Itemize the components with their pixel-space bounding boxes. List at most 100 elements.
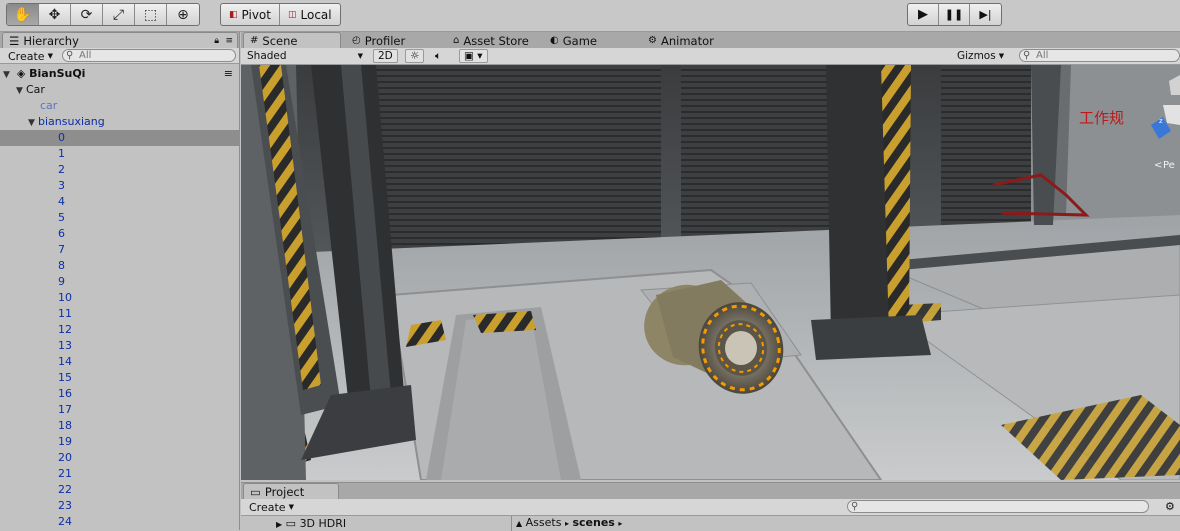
lock-icon[interactable]: 🔒︎	[214, 36, 219, 46]
hierarchy-create-button[interactable]: Create ▼	[3, 49, 58, 63]
rect-tool-button[interactable]: ⬚	[135, 4, 167, 25]
hand-icon: ✋	[13, 6, 32, 23]
hierarchy-panel: ☰ Hierarchy 🔒︎ ≡ Create ▼ ⚲ All ▼ ◈ Bian…	[0, 32, 240, 530]
list-icon: ☰	[9, 33, 20, 48]
transform-tool-button[interactable]: ⊕	[167, 4, 199, 25]
main-toolbar: ✋ ✥ ⟳ ⤢ ⬚ ⊕ ◧ Pivot ◫ Local ▶ ❚❚ ▶|	[0, 0, 1180, 32]
rotate-tool-button[interactable]: ⟳	[71, 4, 103, 25]
folder-icon: ▭	[250, 484, 261, 499]
tab-profiler[interactable]: ◴ Profiler	[345, 32, 440, 48]
lighting-toggle[interactable]: ☼	[405, 49, 425, 63]
profiler-icon: ◴	[352, 35, 361, 46]
persp-label: <	[1154, 160, 1162, 171]
hierarchy-item[interactable]: 18	[0, 418, 239, 434]
hierarchy-item[interactable]: 11	[0, 306, 239, 322]
scene-tabbar: # Scene ◴ Profiler ⌂ Asset Store ◐ Game ⚙ Animato…	[241, 32, 1180, 48]
breadcrumb-scenes[interactable]: scenes	[572, 516, 614, 529]
pause-button[interactable]: ❚❚	[939, 4, 970, 25]
hierarchy-item[interactable]: 2	[0, 162, 239, 178]
game-icon: ◐	[550, 35, 559, 46]
pause-icon: ❚❚	[944, 8, 964, 21]
expand-arrow-icon[interactable]: ▼	[28, 115, 38, 131]
project-panel: ▭ Project Create ▼ ⚲ ⚙ ▶ ▭ 3D HDRI ▲ Ass…	[241, 482, 1180, 531]
tab-scene[interactable]: # Scene	[243, 32, 341, 48]
chevron-down-icon: ▼	[998, 52, 1005, 60]
hierarchy-item[interactable]: 21	[0, 466, 239, 482]
breadcrumb: ▲ Assets ▸ scenes ▸	[511, 516, 622, 531]
pivot-button[interactable]: ◧ Pivot	[221, 4, 280, 25]
scene-grid-icon: #	[250, 35, 259, 46]
project-folder-item[interactable]: ▶ ▭ 3D HDRI	[276, 517, 346, 530]
project-search-input[interactable]: ⚲	[847, 500, 1149, 513]
scale-icon: ⤢	[112, 6, 125, 23]
hierarchy-search-input[interactable]: ⚲ All	[62, 49, 236, 62]
pivot-group: ◧ Pivot ◫ Local	[220, 3, 341, 26]
rotate-icon: ⟳	[80, 6, 93, 23]
unity-logo-icon: ◈	[16, 67, 26, 80]
tab-animator[interactable]: ⚙ Animator	[641, 32, 741, 48]
scene-render: 工作规 z y < Pe	[241, 65, 1180, 480]
project-create-button[interactable]: Create ▼	[244, 500, 299, 514]
play-button[interactable]: ▶	[908, 4, 939, 25]
hierarchy-item[interactable]: ▼ biansuxiang	[0, 114, 239, 130]
tab-hierarchy[interactable]: ☰ Hierarchy 🔒︎ ≡	[2, 32, 238, 48]
scene-search-input[interactable]: ⚲ All	[1019, 49, 1180, 62]
image-icon: ▣ ▾	[459, 49, 488, 63]
expand-arrow-icon[interactable]: ▼	[16, 83, 26, 99]
expand-arrow-icon[interactable]: ▼	[3, 67, 13, 83]
tab-game[interactable]: ◐ Game	[543, 32, 635, 48]
hierarchy-item[interactable]: 16	[0, 386, 239, 402]
search-icon: ⚲	[66, 50, 74, 61]
breadcrumb-left-arrow-icon: ▲	[516, 519, 523, 528]
hierarchy-item[interactable]: 3	[0, 178, 239, 194]
hierarchy-item[interactable]: 10	[0, 290, 239, 306]
hand-tool-button[interactable]: ✋	[7, 4, 39, 25]
scene-panel: # Scene ◴ Profiler ⌂ Asset Store ◐ Game ⚙ Animato…	[241, 32, 1180, 480]
step-button[interactable]: ▶|	[970, 4, 1001, 25]
hierarchy-item[interactable]: 8	[0, 258, 239, 274]
favorites-icon[interactable]: ⚙	[1165, 500, 1175, 513]
scene-viewport[interactable]: 工作规 z y < Pe	[241, 65, 1180, 480]
hierarchy-item[interactable]: 7	[0, 242, 239, 258]
2d-toggle[interactable]: 2D	[373, 49, 398, 63]
scene-menu-icon[interactable]: ≡	[224, 66, 233, 82]
hierarchy-item[interactable]: 5	[0, 210, 239, 226]
hierarchy-item[interactable]: car	[0, 98, 239, 114]
asset-store-icon: ⌂	[453, 35, 460, 46]
hierarchy-item[interactable]: 13	[0, 338, 239, 354]
hierarchy-item[interactable]: 17	[0, 402, 239, 418]
expand-arrow-icon[interactable]: ▶	[276, 520, 282, 529]
hierarchy-item[interactable]: 6	[0, 226, 239, 242]
hierarchy-item[interactable]: 22	[0, 482, 239, 498]
hierarchy-item[interactable]: 24	[0, 514, 239, 530]
gizmos-dropdown[interactable]: Gizmos ▼	[957, 49, 1004, 63]
speaker-icon: 🔈︎	[435, 49, 442, 62]
hierarchy-item[interactable]: 0	[0, 130, 239, 146]
effects-dropdown[interactable]: ▣ ▾	[459, 49, 488, 63]
play-icon: ▶	[918, 7, 928, 22]
hierarchy-item[interactable]: 14	[0, 354, 239, 370]
hierarchy-item[interactable]: 9	[0, 274, 239, 290]
hierarchy-item[interactable]: 19	[0, 434, 239, 450]
hierarchy-item[interactable]: 15	[0, 370, 239, 386]
hierarchy-item[interactable]: 23	[0, 498, 239, 514]
scene-root-row[interactable]: ▼ ◈ BianSuQi ≡	[0, 66, 239, 82]
breadcrumb-assets[interactable]: Assets	[526, 516, 562, 529]
hierarchy-item[interactable]: 1	[0, 146, 239, 162]
shading-mode-dropdown[interactable]: Shaded ▼	[247, 49, 365, 63]
scale-tool-button[interactable]: ⤢	[103, 4, 135, 25]
move-tool-button[interactable]: ✥	[39, 4, 71, 25]
breadcrumb-separator-icon: ▸	[564, 519, 569, 528]
hierarchy-item[interactable]: 20	[0, 450, 239, 466]
tab-project[interactable]: ▭ Project	[243, 483, 339, 499]
local-button[interactable]: ◫ Local	[280, 4, 340, 25]
panel-menu-icon[interactable]: ≡	[225, 36, 233, 46]
tab-asset-store[interactable]: ⌂ Asset Store	[446, 32, 538, 48]
hierarchy-item[interactable]: ▼ Car	[0, 82, 239, 98]
hierarchy-item[interactable]: 4	[0, 194, 239, 210]
search-icon: ⚲	[1023, 50, 1031, 61]
hierarchy-item[interactable]: 12	[0, 322, 239, 338]
audio-toggle[interactable]: 🔈︎	[431, 49, 445, 63]
project-toolbar: Create ▼ ⚲ ⚙	[241, 499, 1180, 516]
scene-toolbar: Shaded ▼ 2D ☼ 🔈︎ ▣ ▾ Gizmos ▼ ⚲ All	[241, 48, 1180, 65]
